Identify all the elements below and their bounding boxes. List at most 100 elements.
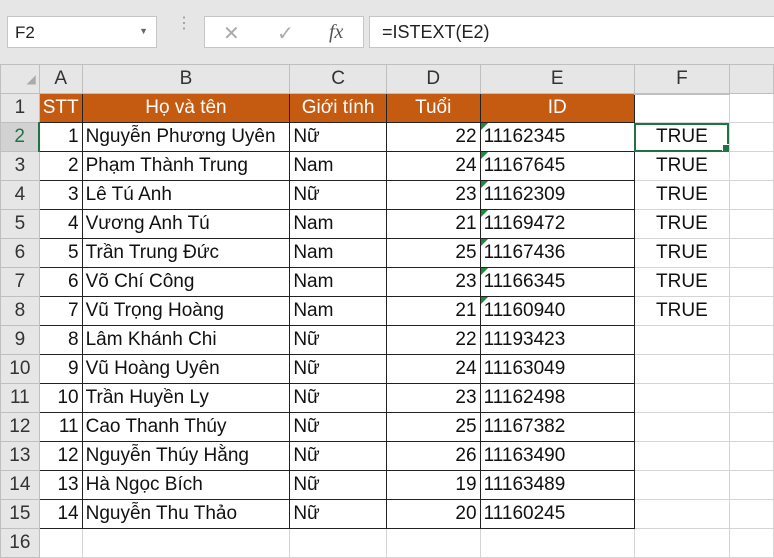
cell[interactable] [728, 296, 774, 326]
cell[interactable]: Phạm Thành Trung [81, 151, 291, 181]
cell[interactable]: Vũ Hoàng Uyên [81, 354, 291, 384]
cell[interactable]: TRUE [633, 238, 730, 268]
fill-handle[interactable] [721, 144, 729, 151]
cell[interactable]: 22 [385, 122, 481, 152]
cell[interactable]: Hà Ngọc Bích [81, 470, 291, 500]
column-header-G[interactable] [728, 64, 774, 94]
cell[interactable]: TRUE [633, 122, 730, 152]
cell[interactable] [728, 528, 774, 558]
row-header[interactable]: 7 [0, 267, 40, 297]
cell[interactable]: Nguyễn Thu Thảo [81, 499, 291, 529]
cell[interactable]: Nữ [289, 180, 387, 210]
cell[interactable]: Vương Anh Tú [81, 209, 291, 239]
cell[interactable]: 23 [385, 180, 481, 210]
formula-input[interactable]: =ISTEXT(E2) [369, 16, 774, 48]
cancel-icon[interactable]: ✕ [223, 21, 240, 46]
cell[interactable] [633, 470, 730, 500]
cell[interactable]: Nữ [289, 354, 387, 384]
cell[interactable]: TRUE [633, 151, 730, 181]
cell[interactable]: 23 [385, 267, 481, 297]
header-cell[interactable]: Giới tính [289, 93, 387, 123]
cell[interactable]: TRUE [633, 180, 730, 210]
cell[interactable]: 5 [38, 238, 83, 268]
cell[interactable]: 11160245 [479, 499, 635, 529]
cell[interactable]: Nữ [289, 412, 387, 442]
cell[interactable]: Nam [289, 238, 387, 268]
header-cell[interactable]: STT [38, 93, 83, 123]
enter-icon[interactable]: ✓ [277, 21, 294, 46]
cell[interactable] [728, 180, 774, 210]
cell[interactable]: 20 [385, 499, 481, 529]
cell[interactable]: Nữ [289, 470, 387, 500]
cell[interactable]: Võ Chí Công [81, 267, 291, 297]
cell[interactable] [728, 383, 774, 413]
cell[interactable]: 21 [385, 296, 481, 326]
cell[interactable]: Vũ Trọng Hoàng [81, 296, 291, 326]
cell[interactable]: Lâm Khánh Chi [81, 325, 291, 355]
column-header-D[interactable]: D [385, 64, 481, 94]
cell[interactable] [728, 412, 774, 442]
row-header[interactable]: 6 [0, 238, 40, 268]
cell[interactable]: 25 [385, 238, 481, 268]
insert-function-icon[interactable]: fx [329, 21, 343, 44]
cell[interactable] [289, 528, 387, 558]
cell[interactable]: TRUE [633, 296, 730, 326]
cell[interactable]: 21 [385, 209, 481, 239]
cell[interactable]: 4 [38, 209, 83, 239]
cell[interactable]: 11169472 [479, 209, 635, 239]
cell[interactable]: Nam [289, 296, 387, 326]
cell[interactable] [728, 499, 774, 529]
cell[interactable]: 11167382 [479, 412, 635, 442]
cell[interactable]: 24 [385, 151, 481, 181]
cell[interactable] [728, 470, 774, 500]
cell[interactable] [728, 238, 774, 268]
cell[interactable]: 11162498 [479, 383, 635, 413]
cell[interactable] [728, 354, 774, 384]
row-header[interactable]: 13 [0, 441, 40, 471]
header-cell[interactable]: Họ và tên [81, 93, 291, 123]
row-header[interactable]: 10 [0, 354, 40, 384]
cell[interactable]: Nữ [289, 122, 387, 152]
cell[interactable]: Nguyễn Thúy Hằng [81, 441, 291, 471]
cell[interactable]: 19 [385, 470, 481, 500]
cell[interactable]: 9 [38, 354, 83, 384]
cell[interactable]: 11167645 [479, 151, 635, 181]
cell[interactable]: 6 [38, 267, 83, 297]
cell[interactable]: Nữ [289, 441, 387, 471]
cell[interactable] [728, 267, 774, 297]
error-indicator-icon[interactable] [481, 268, 488, 275]
cell[interactable] [728, 151, 774, 181]
cell[interactable] [728, 93, 774, 123]
cell[interactable] [728, 441, 774, 471]
column-header-B[interactable]: B [81, 64, 291, 94]
cell[interactable] [479, 528, 635, 558]
cell[interactable] [38, 528, 83, 558]
row-header[interactable]: 9 [0, 325, 40, 355]
cell[interactable] [728, 122, 774, 152]
row-header[interactable]: 8 [0, 296, 40, 326]
cell[interactable]: 11166345 [479, 267, 635, 297]
cell[interactable]: 12 [38, 441, 83, 471]
cell[interactable]: 23 [385, 383, 481, 413]
cell[interactable] [633, 383, 730, 413]
cell[interactable]: Nam [289, 267, 387, 297]
cell[interactable]: 11162345 [479, 122, 635, 152]
cell[interactable]: Nam [289, 151, 387, 181]
cell[interactable] [81, 528, 291, 558]
cell[interactable]: 22 [385, 325, 481, 355]
error-indicator-icon[interactable] [481, 123, 488, 130]
row-header[interactable]: 5 [0, 209, 40, 239]
cell[interactable]: Lê Tú Anh [81, 180, 291, 210]
cell[interactable] [728, 209, 774, 239]
cell[interactable] [633, 325, 730, 355]
cell[interactable]: Nam [289, 209, 387, 239]
cell[interactable] [633, 528, 730, 558]
cell[interactable]: 7 [38, 296, 83, 326]
cell[interactable]: 8 [38, 325, 83, 355]
cell[interactable]: 11167436 [479, 238, 635, 268]
cell[interactable]: Nữ [289, 325, 387, 355]
drag-handle-icon[interactable]: ⋮ [176, 16, 192, 32]
header-cell[interactable]: ID [479, 93, 635, 123]
cell[interactable]: 25 [385, 412, 481, 442]
cell[interactable]: 2 [38, 151, 83, 181]
